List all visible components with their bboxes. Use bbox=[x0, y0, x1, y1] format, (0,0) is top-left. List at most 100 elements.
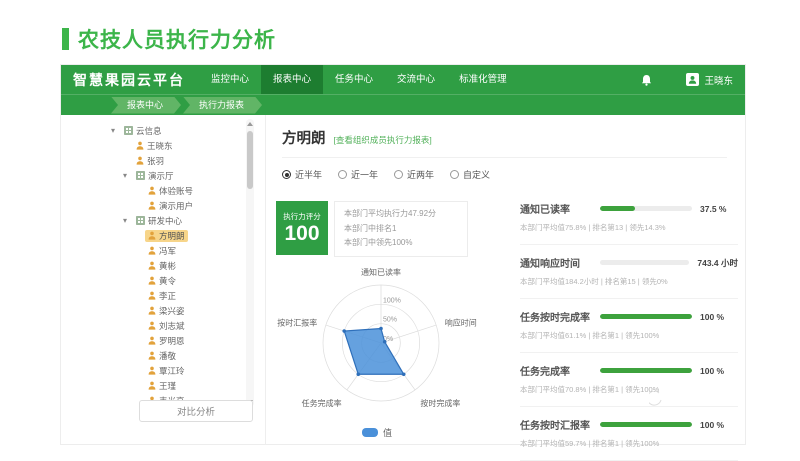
tree-item-label: 黄令 bbox=[159, 275, 176, 287]
tree-item[interactable]: ▾ bbox=[111, 378, 239, 393]
tree-item-inner[interactable]: 研发中心 bbox=[133, 215, 185, 227]
time-filter-label: 近半年 bbox=[295, 168, 322, 181]
sidebar-scrollbar[interactable] bbox=[246, 119, 254, 407]
tree-item[interactable]: ▾ bbox=[111, 228, 239, 243]
tree-item-inner[interactable]: 冯军 bbox=[145, 245, 179, 257]
tree-item[interactable]: ▾ bbox=[111, 273, 239, 288]
stat-row: 通知响应时间 743.4 小时 本部门平均值184.2小时 | 排名第15 | … bbox=[520, 245, 738, 299]
tree-item-inner[interactable]: 罗明恩 bbox=[145, 335, 188, 347]
tree-item[interactable]: ▾ bbox=[111, 363, 239, 378]
progress-bar bbox=[600, 260, 689, 265]
menu-item[interactable]: 交流中心 bbox=[385, 65, 447, 94]
stat-subtext: 本部门平均值70.8% | 排名第1 | 领先100% bbox=[520, 384, 738, 395]
tree-item-inner[interactable]: 梁兴姿 bbox=[145, 305, 188, 317]
menu-item[interactable]: 监控中心 bbox=[199, 65, 261, 94]
radio-icon[interactable] bbox=[450, 170, 459, 179]
tree-item-inner[interactable]: 潘敬 bbox=[145, 350, 179, 362]
caret-down-icon[interactable]: ▾ bbox=[111, 126, 121, 135]
app-logo: 智慧果园云平台 bbox=[73, 70, 185, 90]
scroll-up-arrow-icon[interactable] bbox=[247, 122, 253, 126]
stat-label: 任务完成率 bbox=[520, 363, 600, 378]
tree-item[interactable]: ▾ bbox=[111, 288, 239, 303]
tree-item-inner[interactable]: 体验账号 bbox=[145, 185, 196, 197]
tree-item-label: 覃江玲 bbox=[159, 365, 185, 377]
org-user-tree: ▾ bbox=[111, 123, 239, 408]
user-avatar-icon[interactable] bbox=[686, 73, 699, 86]
radio-icon[interactable] bbox=[282, 170, 291, 179]
chart-legend[interactable]: 值 bbox=[276, 426, 478, 439]
tree-item-inner[interactable]: 王瑾 bbox=[145, 380, 179, 392]
caret-down-icon[interactable]: ▾ bbox=[123, 216, 133, 225]
stat-value: 100 % bbox=[700, 366, 724, 376]
tree-item-inner[interactable]: 覃江玲 bbox=[145, 365, 188, 377]
tree-item[interactable]: ▾ bbox=[111, 303, 239, 318]
tree-item[interactable]: ▾ bbox=[111, 318, 239, 333]
stat-row: 任务按时汇报率 100 % 本部门平均值59.7% | 排名第1 | 领先100… bbox=[520, 407, 738, 461]
tree-item[interactable]: ▾ bbox=[111, 258, 239, 273]
radio-icon[interactable] bbox=[338, 170, 347, 179]
user-icon bbox=[148, 381, 156, 390]
score-info-line: 本部门中排名1 bbox=[344, 222, 458, 237]
tree-item-inner[interactable]: 云信息 bbox=[121, 125, 165, 137]
menu-item[interactable]: 报表中心 bbox=[261, 65, 323, 94]
time-filter-option[interactable]: 近两年 bbox=[394, 168, 434, 181]
breadcrumb-chip[interactable]: 报表中心 bbox=[111, 97, 181, 114]
time-filter-label: 近一年 bbox=[351, 168, 378, 181]
stat-value: 743.4 小时 bbox=[697, 257, 738, 269]
tree-item[interactable]: ▾ bbox=[111, 153, 239, 168]
time-filter-option[interactable]: 近一年 bbox=[338, 168, 378, 181]
time-filter-label: 自定义 bbox=[463, 168, 490, 181]
user-icon bbox=[148, 306, 156, 315]
tree-item-inner[interactable]: 王晓东 bbox=[133, 140, 176, 152]
tree-item[interactable]: ▾ bbox=[111, 198, 239, 213]
org-report-link[interactable]: [查看组织成员执行力报表] bbox=[334, 134, 432, 146]
scrollbar-thumb[interactable] bbox=[247, 131, 253, 189]
user-name[interactable]: 王晓东 bbox=[704, 73, 733, 87]
user-icon bbox=[148, 291, 156, 300]
tree-item-inner[interactable]: 黄令 bbox=[145, 275, 179, 287]
tree-item-inner[interactable]: 黄彬 bbox=[145, 260, 179, 272]
radio-icon[interactable] bbox=[394, 170, 403, 179]
tree-item-inner[interactable]: 演示用户 bbox=[145, 200, 196, 212]
tree-item-inner[interactable]: 李正 bbox=[145, 290, 179, 302]
tree-item[interactable]: ▾ bbox=[111, 333, 239, 348]
menu-item[interactable]: 标准化管理 bbox=[447, 65, 519, 94]
tree-item-label: 罗明恩 bbox=[159, 335, 185, 347]
tree-item[interactable]: ▾ bbox=[111, 348, 239, 363]
svg-text:按时汇报率: 按时汇报率 bbox=[277, 317, 317, 327]
tree-item-label: 方明朗 bbox=[159, 230, 185, 242]
tree-item[interactable]: ▾ bbox=[111, 213, 239, 228]
time-filter-option[interactable]: 近半年 bbox=[282, 168, 322, 181]
breadcrumb-chip[interactable]: 执行力报表 bbox=[183, 97, 262, 114]
progress-bar bbox=[600, 368, 692, 373]
page-title-text: 农技人员执行力分析 bbox=[78, 24, 276, 54]
stat-subtext: 本部门平均值75.8% | 排名第13 | 领先14.3% bbox=[520, 222, 738, 233]
tree-item-inner[interactable]: 演示厅 bbox=[133, 170, 177, 182]
compare-analysis-button[interactable]: 对比分析 bbox=[139, 400, 253, 422]
progress-bar-fill bbox=[600, 368, 692, 373]
progress-bar-fill bbox=[600, 206, 635, 211]
tree-item[interactable]: ▾ bbox=[111, 138, 239, 153]
notification-bell-icon[interactable] bbox=[641, 74, 652, 86]
svg-text:100%: 100% bbox=[383, 297, 401, 304]
tree-item-label: 王瑾 bbox=[159, 380, 176, 392]
tree-item-inner[interactable]: 刘志斌 bbox=[145, 320, 188, 332]
user-icon bbox=[148, 246, 156, 255]
caret-down-icon[interactable]: ▾ bbox=[123, 171, 133, 180]
radar-chart-container: 通知已读率响应时间按时完成率任务完成率按时汇报率0%50%100% bbox=[276, 259, 478, 426]
legend-swatch bbox=[362, 428, 378, 437]
tree-item-inner[interactable]: 方明朗 bbox=[145, 230, 188, 242]
time-filter-option[interactable]: 自定义 bbox=[450, 168, 490, 181]
tree-item[interactable]: ▾ bbox=[111, 243, 239, 258]
tree-item[interactable]: ▾ bbox=[111, 183, 239, 198]
user-icon bbox=[148, 336, 156, 345]
menu-item[interactable]: 任务中心 bbox=[323, 65, 385, 94]
org-icon bbox=[136, 216, 145, 225]
user-icon bbox=[148, 366, 156, 375]
tree-item-inner[interactable]: 张羽 bbox=[133, 155, 167, 167]
org-icon bbox=[124, 126, 133, 135]
user-icon bbox=[148, 201, 156, 210]
tree-item[interactable]: ▾ bbox=[111, 123, 239, 138]
tree-item[interactable]: ▾ bbox=[111, 168, 239, 183]
svg-text:50%: 50% bbox=[383, 316, 397, 323]
